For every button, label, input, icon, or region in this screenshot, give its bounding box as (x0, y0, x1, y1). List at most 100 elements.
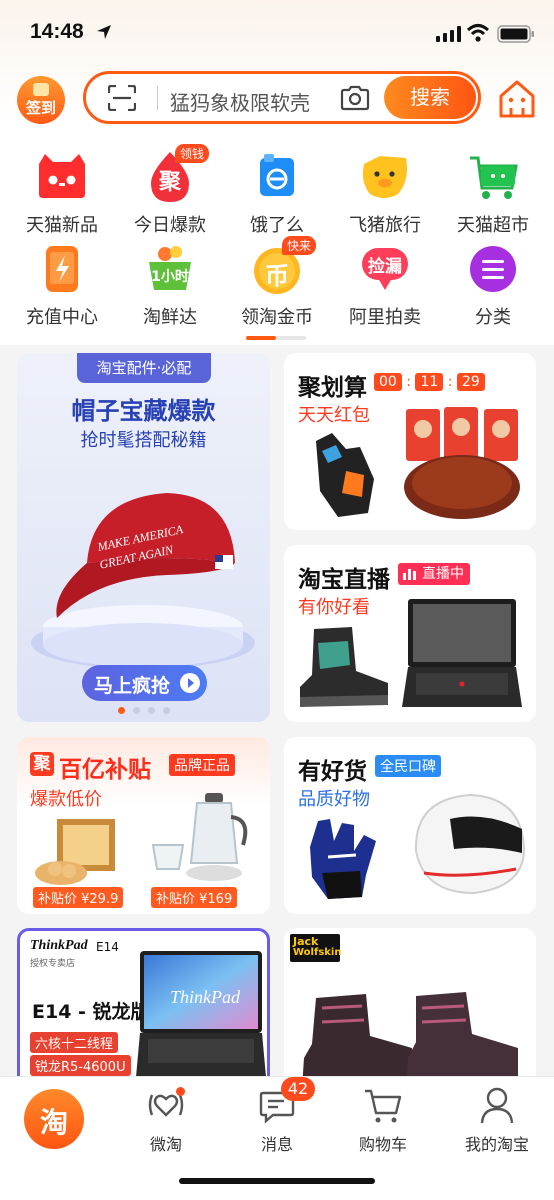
shopping-cart-icon (466, 150, 520, 204)
banner-pager (118, 707, 170, 715)
grid-page-indicator-active (246, 336, 276, 340)
tab-label: 我的淘宝 (464, 1135, 529, 1154)
subsidy-tag: 品牌正品 (169, 754, 235, 776)
racing-gloves-image (310, 819, 376, 899)
taobao-logo-icon: 淘 (39, 1106, 68, 1139)
live-badge-label: 直播中 (422, 566, 464, 582)
grid-item-recharge[interactable]: 充值中心 (9, 242, 115, 329)
grid-item-label: 饿了么 (250, 215, 304, 236)
eleme-icon (250, 150, 304, 204)
grid-item-eleme[interactable]: 饿了么 (224, 150, 330, 237)
grid-item-gold-coin[interactable]: 币 快来 领淘金币 (224, 236, 330, 329)
live-title: 淘宝直播 (298, 567, 390, 593)
grid-icon-text: 捡漏 (368, 257, 402, 277)
thinkpad-tag-1: 六核十二线程 (30, 1032, 119, 1053)
countdown-timer: 00 : 11 : 29 (374, 371, 485, 391)
camera-icon[interactable] (340, 85, 370, 111)
grab-now-button[interactable]: 马上疯抢 (82, 665, 207, 701)
tab-label: 消息 (260, 1135, 293, 1154)
banner-card-cap[interactable]: 淘宝配件·必配 帽子宝藏爆款 抢时髦搭配秘籍 MAKE AMERICA GREA… (17, 353, 270, 722)
jackwolfskin-brand-2: Wolfskin (293, 947, 342, 958)
juhuasuan-title: 聚划算 (298, 375, 367, 401)
fresh-basket-icon: 1小时 (143, 242, 197, 296)
signin-label: 签到 (25, 99, 56, 117)
menu-list-icon (466, 242, 520, 296)
live-badge: 直播中 (398, 563, 470, 585)
tab-weitao[interactable]: 微淘 (121, 1085, 211, 1155)
messages-badge: 42 (281, 1077, 315, 1101)
tab-messages[interactable]: 42 消息 (232, 1077, 322, 1155)
cookie-box-image (35, 819, 115, 885)
countdown-minutes: 11 (415, 373, 444, 391)
search-bar[interactable]: 猛犸象极限软壳 搜索 (83, 71, 481, 124)
thinkpad-model: E14 - 锐龙版 (32, 1001, 150, 1023)
grid-icon-text: 币 (265, 262, 289, 290)
jackwolfskin-card[interactable]: Jack Wolfskin (284, 928, 536, 1088)
hiking-boot-image (300, 627, 388, 707)
battery-icon (497, 25, 534, 43)
grid-icon-text: 聚 (158, 170, 181, 195)
search-divider (157, 86, 158, 110)
grid-item-auction[interactable]: 捡漏 阿里拍卖 (332, 242, 438, 329)
play-icon (180, 673, 200, 693)
goods-subtitle: 品质好物 (298, 789, 370, 810)
subsidy-price-1: 补贴价 ¥29.9 (33, 887, 124, 908)
signin-button[interactable]: 签到 (17, 76, 65, 124)
tab-home[interactable]: 淘 (24, 1089, 84, 1149)
juhuasuan-drop-icon: 聚 领钱 (143, 144, 210, 204)
scan-icon[interactable] (108, 85, 136, 111)
grid-item-fliggy[interactable]: 飞猪旅行 (332, 150, 438, 237)
countdown-hours: 00 (374, 373, 402, 391)
status-bar: 14:48 (0, 0, 554, 62)
cart-icon (363, 1085, 403, 1125)
grid-item-label: 淘鲜达 (143, 307, 197, 328)
banner-subtitle: 抢时髦搭配秘籍 (80, 430, 207, 451)
good-goods-card[interactable]: 有好货 全民口碑 品质好物 (284, 737, 536, 914)
gloves-product-image (316, 433, 374, 517)
grid-item-tmall-market[interactable]: 天猫超市 (440, 150, 546, 237)
juhuasuan-card[interactable]: 聚划算 00 : 11 : 29 天天红包 (284, 353, 536, 530)
search-input[interactable]: 猛犸象极限软壳 (170, 87, 310, 116)
jackwolfskin-logo: Jack Wolfskin (290, 934, 342, 962)
subsidy-card[interactable]: 聚 百亿补贴 品牌正品 爆款低价 补贴价 ¥29.9 补贴价 ¥169 (17, 737, 270, 914)
weitao-dot (176, 1087, 185, 1096)
subsidy-logo: 聚 (30, 752, 54, 776)
subsidy-price-2: 补贴价 ¥169 (151, 887, 238, 908)
grid-item-tmall-new[interactable]: 天猫新品 (9, 150, 115, 237)
cellular-signal-icon (436, 26, 461, 42)
wifi-icon (466, 24, 490, 42)
tea-kettle-image (151, 793, 248, 881)
gold-coin-icon: 币 快来 (250, 236, 317, 296)
person-icon (477, 1085, 517, 1125)
grid-item-today-hot[interactable]: 聚 领钱 今日爆款 (117, 144, 223, 237)
phone-recharge-icon (35, 242, 89, 296)
grid-item-category[interactable]: 分类 (440, 242, 546, 329)
taobao-live-card[interactable]: 淘宝直播 直播中 有你好看 (284, 545, 536, 722)
banner-tag: 淘宝配件·必配 (77, 353, 211, 383)
racing-helmet-image (414, 793, 526, 895)
tab-label: 微淘 (149, 1135, 182, 1154)
thinkpad-brand: ThinkPad (30, 938, 88, 953)
auction-icon: 捡漏 (358, 242, 412, 296)
juhuasuan-subtitle: 天天红包 (298, 405, 370, 426)
status-time: 14:48 (30, 20, 84, 43)
home-indicator (179, 1178, 375, 1184)
tab-cart[interactable]: 购物车 (338, 1085, 428, 1155)
coin-icon (33, 83, 49, 96)
subsidy-title: 百亿补贴 (59, 757, 151, 783)
live-bars-icon (403, 569, 416, 580)
goods-title: 有好货 (298, 759, 367, 785)
goods-tag: 全民口碑 (375, 755, 441, 777)
search-button[interactable]: 搜索 (384, 76, 476, 119)
boots-product-image (302, 992, 518, 1088)
tab-my-taobao[interactable]: 我的淘宝 (452, 1085, 542, 1155)
banner-title: 帽子宝藏爆款 (71, 397, 216, 425)
family-house-icon[interactable] (497, 78, 537, 120)
fliggy-pig-icon (358, 150, 412, 204)
grid-page-indicator (246, 336, 306, 340)
countdown-seconds: 29 (456, 373, 485, 391)
grid-item-label: 飞猪旅行 (349, 215, 421, 236)
grid-item-taoxianda[interactable]: 1小时 淘鲜达 (117, 242, 223, 329)
thinkpad-card[interactable]: ThinkPad E14 授权专卖店 E14 - 锐龙版 六核十二线程 锐龙R5… (17, 928, 270, 1088)
grid-item-label: 分类 (475, 307, 511, 328)
